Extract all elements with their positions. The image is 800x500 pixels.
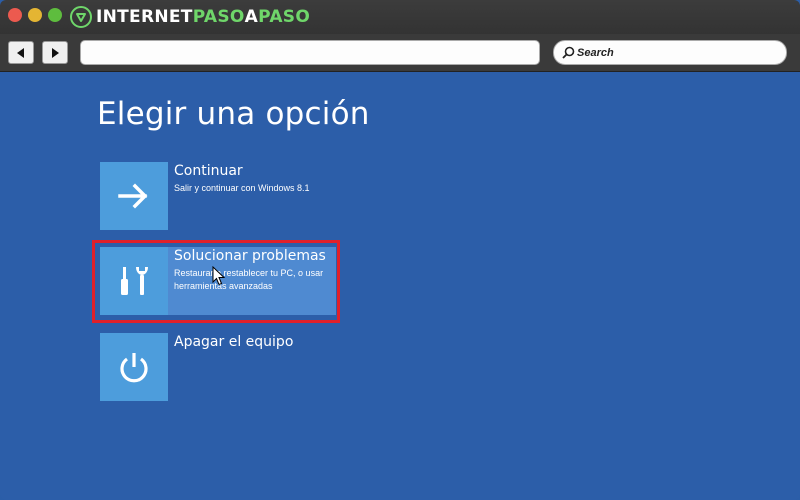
browser-window: INTERNET PASO A PASO Search Elegir una o… (0, 0, 800, 500)
minimize-window-button[interactable] (28, 8, 42, 22)
page-title: Elegir una opción (97, 96, 370, 132)
logo-text-paso: PASO (192, 7, 245, 27)
browser-toolbar: Search (0, 34, 800, 72)
logo-text-a: A (244, 7, 259, 27)
option-shutdown-text: Apagar el equipo (174, 333, 293, 351)
option-description: Salir y continuar con Windows 8.1 (174, 183, 310, 193)
shutdown-tile (100, 333, 168, 401)
mouse-cursor-icon (212, 266, 226, 286)
option-title: Continuar (174, 163, 243, 179)
address-bar[interactable] (80, 40, 540, 65)
logo-emblem-icon (70, 6, 92, 28)
back-arrow-icon (17, 47, 24, 58)
site-logo: INTERNET PASO A PASO (70, 5, 310, 29)
title-bar: INTERNET PASO A PASO (0, 0, 800, 34)
maximize-window-button[interactable] (48, 8, 62, 22)
back-button[interactable] (8, 41, 34, 64)
option-title: Apagar el equipo (174, 334, 294, 350)
recovery-options-screen: Elegir una opción Continuar Salir y cont… (0, 72, 800, 500)
option-continue[interactable]: Continuar Salir y continuar con Windows … (100, 162, 336, 230)
close-window-button[interactable] (8, 8, 22, 22)
search-field[interactable]: Search (553, 40, 787, 65)
search-icon (562, 46, 575, 59)
arrow-right-icon (118, 183, 148, 209)
continue-tile (100, 162, 168, 230)
forward-arrow-icon (52, 47, 59, 58)
logo-text-paso-2: PASO (258, 7, 311, 27)
power-icon (120, 353, 148, 383)
option-shutdown[interactable]: Apagar el equipo (100, 333, 336, 401)
option-continue-text: Continuar Salir y continuar con Windows … (174, 162, 334, 195)
logo-text-internet: INTERNET (96, 7, 193, 27)
forward-button[interactable] (42, 41, 68, 64)
search-placeholder: Search (577, 46, 614, 59)
